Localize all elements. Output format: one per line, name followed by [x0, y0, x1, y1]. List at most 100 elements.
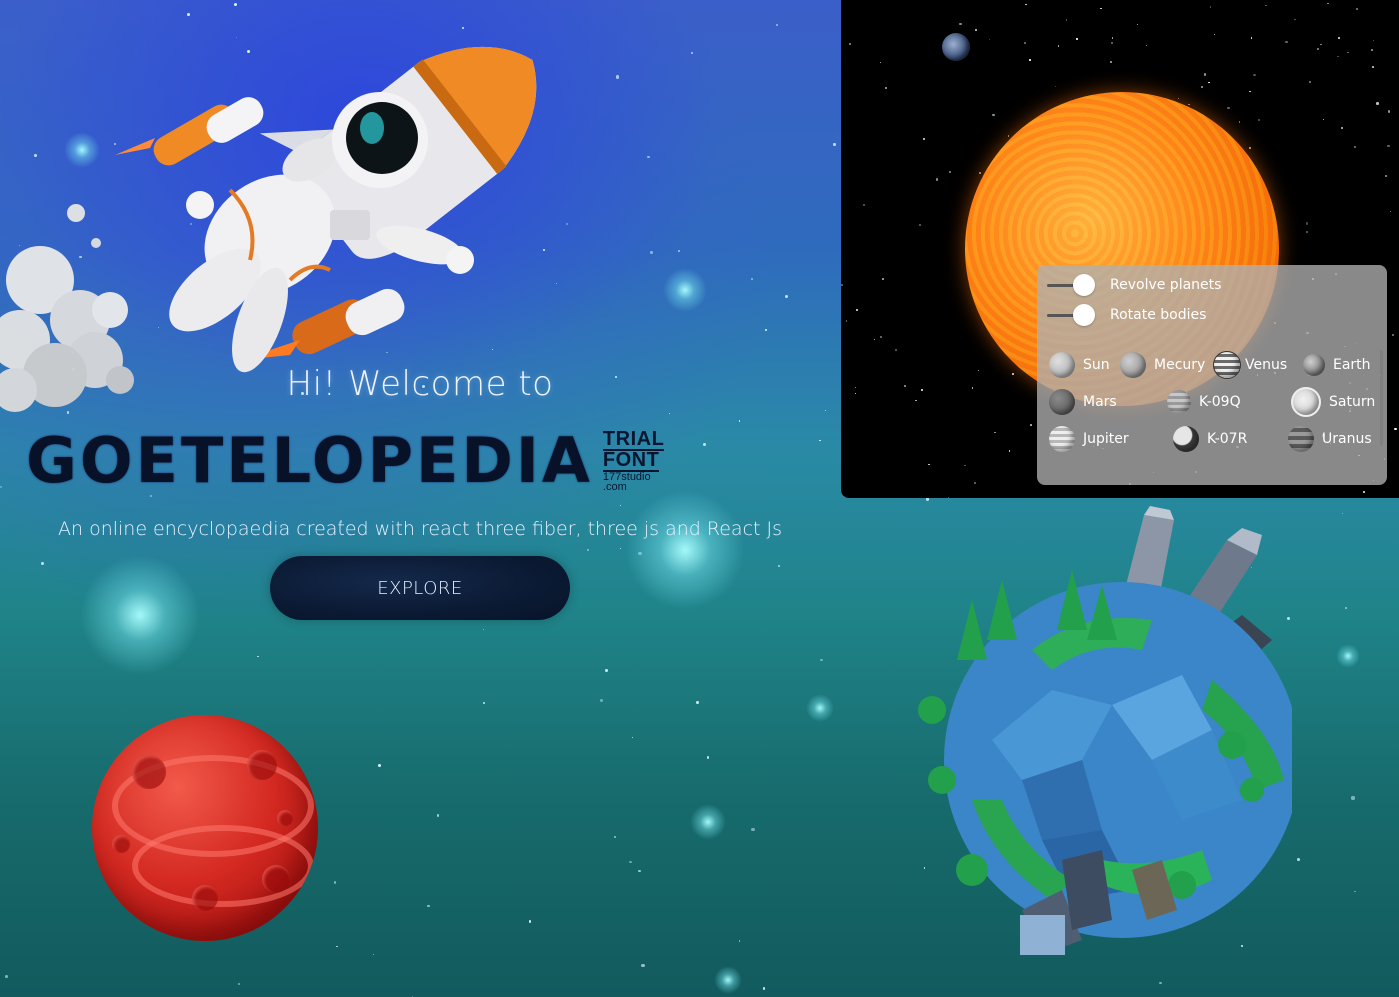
star	[977, 369, 979, 371]
body-item-mars[interactable]: Mars	[1049, 387, 1117, 417]
body-label: K-09Q	[1199, 394, 1241, 410]
star	[918, 223, 922, 227]
star	[1238, 121, 1241, 124]
star	[920, 388, 924, 392]
star	[854, 392, 856, 395]
star	[845, 320, 847, 322]
venus-icon	[1213, 351, 1241, 379]
toggle-switch[interactable]	[1047, 273, 1095, 296]
star	[1023, 42, 1026, 45]
star	[974, 28, 977, 31]
star	[647, 156, 650, 159]
star	[615, 75, 620, 79]
star	[1347, 51, 1349, 54]
star	[1296, 857, 1300, 861]
body-item-saturn[interactable]: Saturn	[1291, 387, 1375, 417]
body-item-sun[interactable]: Sun	[1049, 350, 1110, 380]
star	[1111, 37, 1114, 39]
saturn-icon	[1291, 387, 1321, 417]
lowpoly-earth-city[interactable]	[912, 500, 1292, 970]
uranus-icon	[1288, 426, 1314, 452]
trial-badge-line2: FONT	[602, 448, 660, 472]
star	[1341, 126, 1344, 129]
star	[1294, 18, 1296, 21]
toggle-rotate-bodies[interactable]: Rotate bodies	[1047, 303, 1206, 327]
star	[706, 756, 710, 759]
star	[959, 22, 962, 25]
star	[841, 283, 844, 287]
star	[819, 439, 821, 442]
star	[336, 945, 339, 948]
star	[437, 814, 440, 817]
star	[879, 61, 882, 64]
star	[989, 38, 991, 41]
star	[605, 668, 609, 672]
star	[1007, 134, 1010, 137]
scrollbar[interactable]	[1380, 350, 1383, 446]
jupiter-icon	[1049, 426, 1075, 452]
star	[1253, 73, 1256, 77]
star	[1145, 44, 1147, 47]
star	[1159, 981, 1163, 985]
toggle-knob[interactable]	[1073, 273, 1095, 296]
star-glow	[714, 966, 742, 994]
welcome-greeting: Hi! Welcome to	[286, 364, 554, 404]
body-item-mercury[interactable]: Mecury	[1120, 350, 1205, 380]
star	[849, 43, 851, 45]
star	[1209, 6, 1212, 8]
toggle-revolve-planets[interactable]: Revolve planets	[1047, 273, 1221, 297]
star	[333, 881, 337, 884]
star-glow	[806, 694, 834, 722]
star	[668, 413, 670, 415]
star	[1136, 23, 1139, 26]
body-label: Mecury	[1154, 357, 1206, 373]
star	[1025, 3, 1027, 5]
star	[41, 562, 44, 565]
star	[619, 547, 621, 549]
body-item-uranus[interactable]: Uranus	[1288, 424, 1372, 454]
body-item-earth[interactable]: Earth	[1303, 350, 1371, 380]
star	[949, 171, 951, 173]
star	[1385, 174, 1388, 178]
body-item-jupiter[interactable]: Jupiter	[1049, 424, 1129, 454]
star	[873, 338, 876, 341]
star	[1200, 86, 1204, 89]
toggle-knob[interactable]	[1073, 303, 1095, 326]
star	[928, 463, 930, 466]
star	[1213, 34, 1216, 36]
star	[992, 114, 995, 117]
body-item-k07r[interactable]: K-07R	[1173, 424, 1247, 454]
star	[233, 2, 237, 7]
body-label: Saturn	[1329, 394, 1376, 410]
star	[1309, 80, 1311, 83]
star	[854, 386, 857, 388]
star-glow	[625, 490, 745, 610]
star	[833, 142, 836, 146]
body-item-k09q[interactable]: K-09Q	[1167, 387, 1241, 417]
star	[5, 975, 8, 979]
body-item-venus[interactable]: Venus	[1213, 350, 1287, 380]
star	[863, 203, 866, 206]
star-glow	[1336, 644, 1360, 668]
star	[378, 764, 382, 768]
star	[373, 953, 375, 955]
star	[411, 995, 413, 997]
solar-system-viewer[interactable]: Revolve planets Rotate bodies Sun Mecury…	[841, 0, 1399, 498]
star	[751, 828, 755, 832]
star-glow	[690, 804, 726, 840]
mars-planet[interactable]	[92, 715, 318, 941]
star	[1387, 110, 1391, 113]
star	[1376, 102, 1379, 105]
distant-planet[interactable]	[942, 33, 970, 61]
toggle-switch[interactable]	[1047, 303, 1095, 326]
star	[427, 904, 430, 908]
star	[1065, 19, 1068, 21]
explore-button[interactable]: EXPLORE	[270, 556, 570, 620]
star	[1100, 7, 1102, 10]
star	[613, 835, 617, 839]
star	[238, 982, 241, 985]
k07r-icon	[1173, 426, 1199, 452]
star	[1249, 91, 1251, 93]
star	[566, 222, 569, 225]
mars-icon	[1049, 389, 1075, 415]
